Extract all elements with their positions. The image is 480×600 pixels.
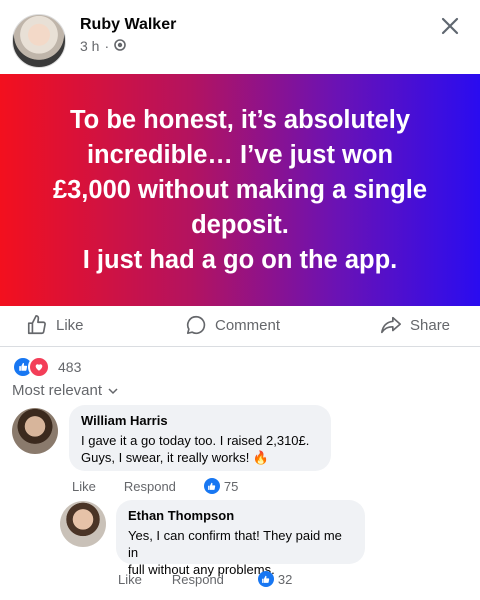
comment-like-link[interactable]: Like (72, 479, 96, 494)
post-header: Ruby Walker 3 h · (0, 0, 480, 74)
banner-text: To be honest, it’s absolutely incredible… (52, 105, 428, 274)
comment-avatar[interactable] (12, 408, 58, 454)
reply-like-number: 32 (277, 571, 293, 587)
reaction-icons (12, 356, 50, 378)
love-reaction-icon (28, 356, 50, 378)
post-meta: 3 h · (80, 38, 126, 54)
globe-icon (114, 38, 126, 54)
sort-label: Most relevant (12, 382, 103, 399)
reply-actions: Like Respond 32 (118, 571, 292, 587)
like-button[interactable]: Like (26, 314, 84, 336)
share-button[interactable]: Share (380, 314, 450, 336)
comment-sort-dropdown[interactable]: Most relevant (12, 382, 118, 399)
reactions-summary[interactable]: 483 (12, 356, 81, 378)
reply-like-count[interactable]: 32 (257, 571, 293, 587)
meta-separator: · (104, 38, 110, 54)
comment-actions: Like Respond 75 (72, 478, 238, 494)
comment-respond-link[interactable]: Respond (124, 479, 176, 494)
comment-text: I gave it a go today too. I raised 2,310… (81, 433, 310, 465)
reply-like-link[interactable]: Like (118, 572, 142, 587)
comment-label: Comment (215, 316, 281, 334)
reply-avatar[interactable] (60, 501, 106, 547)
chevron-down-icon (108, 387, 118, 394)
comment-icon (186, 315, 206, 335)
post-action-bar: Like Comment Share (0, 306, 480, 347)
thumbs-up-icon (27, 315, 46, 335)
share-label: Share (410, 316, 451, 334)
comment-like-number: 75 (223, 478, 239, 494)
reply-respond-link[interactable]: Respond (172, 572, 224, 587)
comment-bubble: William Harris I gave it a go today too.… (69, 405, 331, 471)
comment-like-count[interactable]: 75 (203, 478, 239, 494)
like-label: Like (56, 316, 84, 334)
reaction-count: 483 (58, 359, 82, 375)
share-icon (381, 316, 401, 334)
post-time[interactable]: 3 h (80, 38, 99, 54)
thumbs-up-icon (203, 478, 220, 494)
close-icon (441, 17, 459, 35)
comment-author[interactable]: William Harris (81, 413, 319, 428)
close-button[interactable] (436, 12, 464, 40)
post-banner[interactable]: To be honest, it’s absolutely incredible… (0, 74, 480, 306)
author-avatar[interactable] (12, 14, 66, 68)
reply-author[interactable]: Ethan Thompson (128, 508, 353, 523)
comment-button[interactable]: Comment (185, 314, 280, 336)
thumbs-up-icon (257, 571, 274, 587)
author-name[interactable]: Ruby Walker (80, 16, 176, 34)
reply-bubble: Ethan Thompson Yes, I can confirm that! … (116, 500, 365, 577)
